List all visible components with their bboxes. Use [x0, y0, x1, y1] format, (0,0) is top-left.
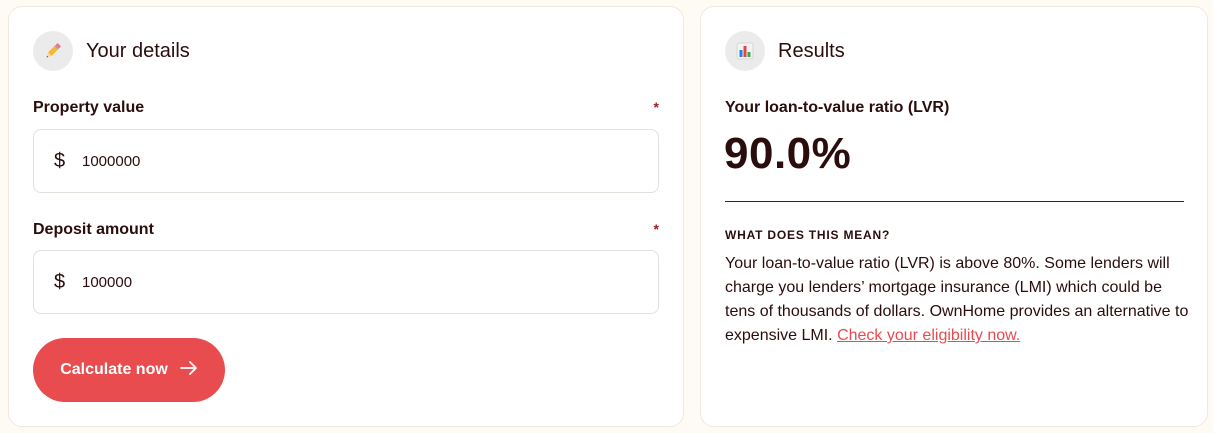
calculate-now-button[interactable]: Calculate now — [33, 338, 225, 402]
details-card: Your details Property value * $ Deposit … — [8, 6, 684, 427]
property-value-field[interactable]: $ — [33, 129, 659, 193]
dollar-sign: $ — [54, 149, 66, 172]
lvr-value: 90.0% — [724, 129, 852, 178]
meaning-heading: WHAT DOES THIS MEAN? — [725, 228, 891, 242]
property-required-marker: * — [653, 99, 659, 115]
results-header: Results — [725, 31, 845, 71]
deposit-amount-label: Deposit amount — [33, 221, 154, 238]
deposit-amount-field[interactable]: $ — [33, 250, 659, 314]
calculate-now-label: Calculate now — [60, 361, 168, 378]
deposit-required-marker: * — [653, 221, 659, 237]
details-title: Your details — [86, 39, 190, 62]
results-title: Results — [778, 39, 845, 62]
details-header: Your details — [33, 31, 190, 71]
dollar-sign: $ — [54, 270, 66, 293]
property-value-input[interactable] — [82, 152, 622, 170]
pencil-icon — [33, 31, 73, 71]
bar-chart-icon — [725, 31, 765, 71]
lvr-label: Your loan-to-value ratio (LVR) — [725, 99, 950, 116]
divider — [725, 201, 1184, 202]
meaning-paragraph: Your loan-to-value ratio (LVR) is above … — [725, 252, 1191, 348]
arrow-right-icon — [179, 360, 198, 380]
check-eligibility-link[interactable]: Check your eligibility now. — [837, 327, 1020, 344]
property-value-label: Property value — [33, 99, 145, 116]
results-card: Results Your loan-to-value ratio (LVR) 9… — [700, 6, 1208, 427]
deposit-amount-input[interactable] — [82, 273, 622, 291]
